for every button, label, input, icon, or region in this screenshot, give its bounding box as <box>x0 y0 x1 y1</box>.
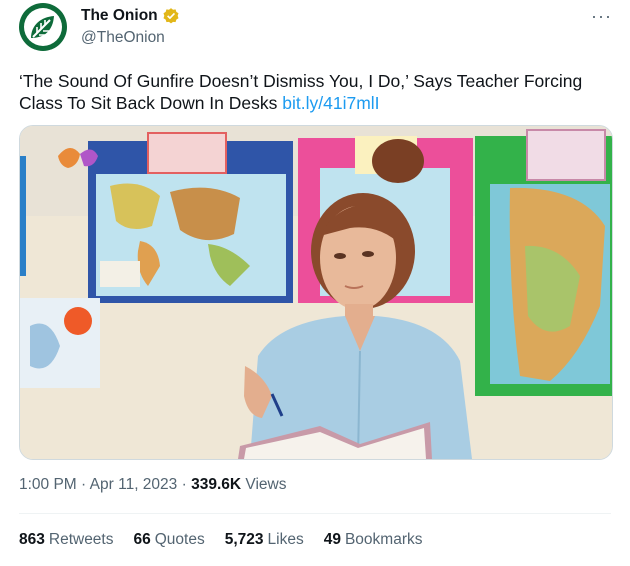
tweet-meta: 1:00 PM · Apr 11, 2023 · 339.6K Views <box>19 476 286 494</box>
stat-label: Retweets <box>48 531 114 548</box>
tweet-time[interactable]: 1:00 PM <box>19 476 77 493</box>
more-options-icon[interactable]: ··· <box>591 6 612 27</box>
onion-logo-svg <box>24 8 62 46</box>
divider <box>19 513 611 514</box>
stat-bookmarks[interactable]: 49 Bookmarks <box>324 531 423 549</box>
stat-count: 66 <box>133 531 151 548</box>
stat-retweets[interactable]: 863 Retweets <box>19 531 114 549</box>
tweet-link[interactable]: bit.ly/41i7mlI <box>282 93 379 113</box>
author-name-row: The Onion <box>81 7 180 25</box>
stat-likes[interactable]: 5,723 Likes <box>225 531 304 549</box>
author-name[interactable]: The Onion <box>81 7 158 25</box>
meta-separator: · <box>181 476 187 493</box>
tweet-text-block: ‘The Sound Of Gunfire Doesn’t Dismiss Yo… <box>19 70 614 114</box>
views-label: Views <box>245 476 287 493</box>
tweet-card: The Onion @TheOnion ··· ‘The Sound Of Gu… <box>0 0 630 566</box>
stat-label: Quotes <box>154 531 205 548</box>
author-handle[interactable]: @TheOnion <box>81 29 165 47</box>
tweet-stats: 863 Retweets 66 Quotes 5,723 Likes 49 Bookma… <box>19 531 423 549</box>
stat-label: Bookmarks <box>344 531 423 548</box>
stat-count: 5,723 <box>224 531 264 548</box>
verified-badge-icon <box>163 8 179 24</box>
stat-quotes[interactable]: 66 Quotes <box>134 531 205 549</box>
tweet-media-image[interactable] <box>19 125 613 460</box>
classroom-photo <box>20 126 612 459</box>
stat-label: Likes <box>267 531 304 548</box>
meta-separator: · <box>81 476 87 493</box>
stat-count: 49 <box>323 531 341 548</box>
tweet-date[interactable]: Apr 11, 2023 <box>90 476 178 493</box>
views-count: 339.6K <box>191 476 242 493</box>
stat-count: 863 <box>19 531 45 548</box>
onion-logo-icon[interactable] <box>19 3 67 51</box>
